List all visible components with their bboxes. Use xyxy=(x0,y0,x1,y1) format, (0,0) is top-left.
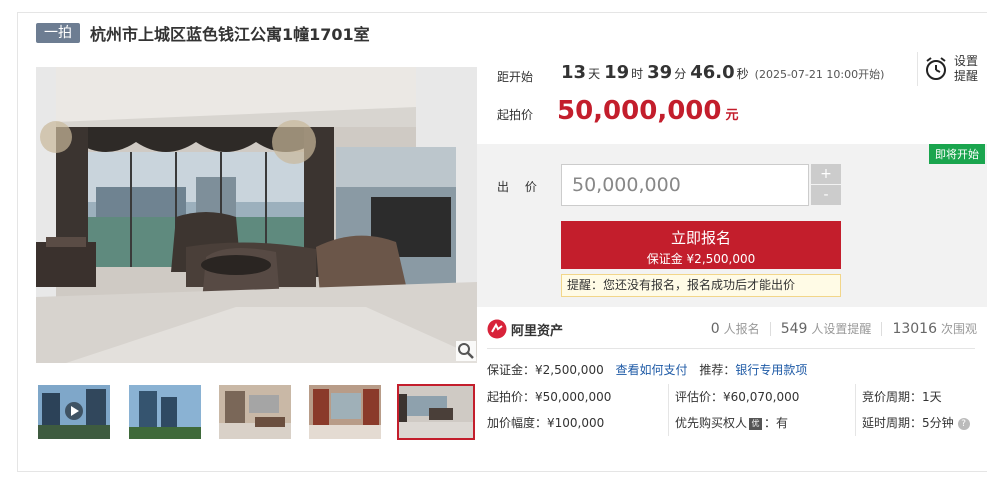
countdown-hours: 19 xyxy=(604,62,630,83)
thumbnail-video[interactable] xyxy=(38,385,110,439)
divider xyxy=(881,321,883,336)
detail-start-price: 起拍价：¥50,000,000 xyxy=(487,390,612,404)
priority-value: ：有 xyxy=(764,416,789,430)
delay-cycle-text: 延时周期：5分钟 xyxy=(862,416,954,430)
countdown-days: 13 xyxy=(561,62,587,83)
divider xyxy=(487,348,975,349)
priority-icon: 优 xyxy=(749,417,763,430)
bid-box: 即将开始 出 价 50,000,000 + - 立即报名 保证金 ¥2,500,… xyxy=(477,144,987,307)
reminder-count: 549 xyxy=(780,321,808,337)
main-photo[interactable] xyxy=(36,67,477,363)
start-price-value: 50,000,000 xyxy=(557,96,722,126)
apply-now-button[interactable]: 立即报名 保证金 ¥2,500,000 xyxy=(561,221,841,269)
ali-asset-logo-icon xyxy=(487,319,507,339)
detail-priority-buyer: 优先购买权人优：有 xyxy=(675,414,788,431)
countdown-timer: 13 天 19 时 39 分 46.0 秒 (2025-07-21 10:00开… xyxy=(561,62,884,83)
bid-label: 出 价 xyxy=(497,180,543,194)
detail-bid-cycle: 竞价周期：1天 xyxy=(862,390,942,404)
thumbnail-living-room[interactable] xyxy=(219,385,291,439)
minutes-unit: 分 xyxy=(674,67,687,81)
bid-tip: 提醒：您还没有报名，报名成功后才能出价 xyxy=(561,274,841,297)
title-row: 一拍 杭州市上城区蓝色钱江公寓1幢1701室 xyxy=(36,22,370,44)
divider xyxy=(855,384,856,436)
thumbnail-dining[interactable] xyxy=(309,385,381,439)
reminder-label: 设置提醒 xyxy=(954,54,979,83)
deposit-text: 保证金：¥2,500,000 xyxy=(487,363,604,377)
detail-appraisal: 评估价：¥60,070,000 xyxy=(675,390,800,404)
countdown-minutes: 39 xyxy=(647,62,673,83)
status-badge: 即将开始 xyxy=(929,144,985,164)
thumbnail-exterior[interactable] xyxy=(129,385,201,439)
days-unit: 天 xyxy=(588,67,601,81)
thumbnail-selected[interactable] xyxy=(397,384,475,440)
priority-label: 优先购买权人 xyxy=(675,416,748,430)
recommend-label: 推荐： xyxy=(699,363,736,377)
set-reminder-button[interactable]: 设置提醒 xyxy=(917,52,987,86)
auction-stats: 0 人报名 549 人设置提醒 13016 次围观 xyxy=(711,320,977,337)
brand[interactable]: 阿里资产 xyxy=(487,319,563,339)
help-icon[interactable]: ? xyxy=(957,417,970,430)
alarm-clock-icon xyxy=(926,57,946,80)
seconds-unit: 秒 xyxy=(736,67,749,81)
bid-amount-input[interactable]: 50,000,000 xyxy=(561,164,809,206)
view-label: 次围观 xyxy=(940,322,977,336)
divider xyxy=(769,321,771,336)
stats-row: 阿里资产 0 人报名 549 人设置提醒 13016 次围观 xyxy=(477,310,987,348)
bank-payment-link[interactable]: 银行专用款项 xyxy=(735,363,807,377)
increase-bid-button[interactable]: + xyxy=(811,164,841,184)
applicant-label: 人报名 xyxy=(723,322,760,336)
apply-label: 立即报名 xyxy=(670,229,731,247)
reminder-count-label: 人设置提醒 xyxy=(811,322,872,336)
detail-delay-cycle: 延时周期：5分钟? xyxy=(862,414,970,431)
detail-increment: 加价幅度：¥100,000 xyxy=(487,416,605,430)
hours-unit: 时 xyxy=(631,67,644,81)
start-price: 50,000,000 元 xyxy=(557,96,739,126)
brand-name: 阿里资产 xyxy=(511,323,564,339)
start-time: (2025-07-21 10:00开始) xyxy=(754,68,885,81)
deposit-row: 保证金：¥2,500,000 查看如何支付 推荐：银行专用款项 xyxy=(487,361,807,378)
decrease-bid-button[interactable]: - xyxy=(811,185,841,205)
page-title: 杭州市上城区蓝色钱江公寓1幢1701室 xyxy=(90,25,370,44)
apply-deposit: 保证金 ¥2,500,000 xyxy=(646,252,756,266)
countdown-seconds: 46.0 xyxy=(690,62,735,83)
magnifier-icon[interactable] xyxy=(456,341,476,361)
applicant-count: 0 xyxy=(710,321,720,337)
view-count: 13016 xyxy=(892,321,937,337)
divider xyxy=(668,384,669,436)
auction-round-badge: 一拍 xyxy=(36,23,80,43)
start-price-unit: 元 xyxy=(725,108,739,123)
countdown-label: 距开始 xyxy=(497,70,534,84)
start-price-label: 起拍价 xyxy=(497,108,534,122)
how-to-pay-link[interactable]: 查看如何支付 xyxy=(616,363,688,377)
